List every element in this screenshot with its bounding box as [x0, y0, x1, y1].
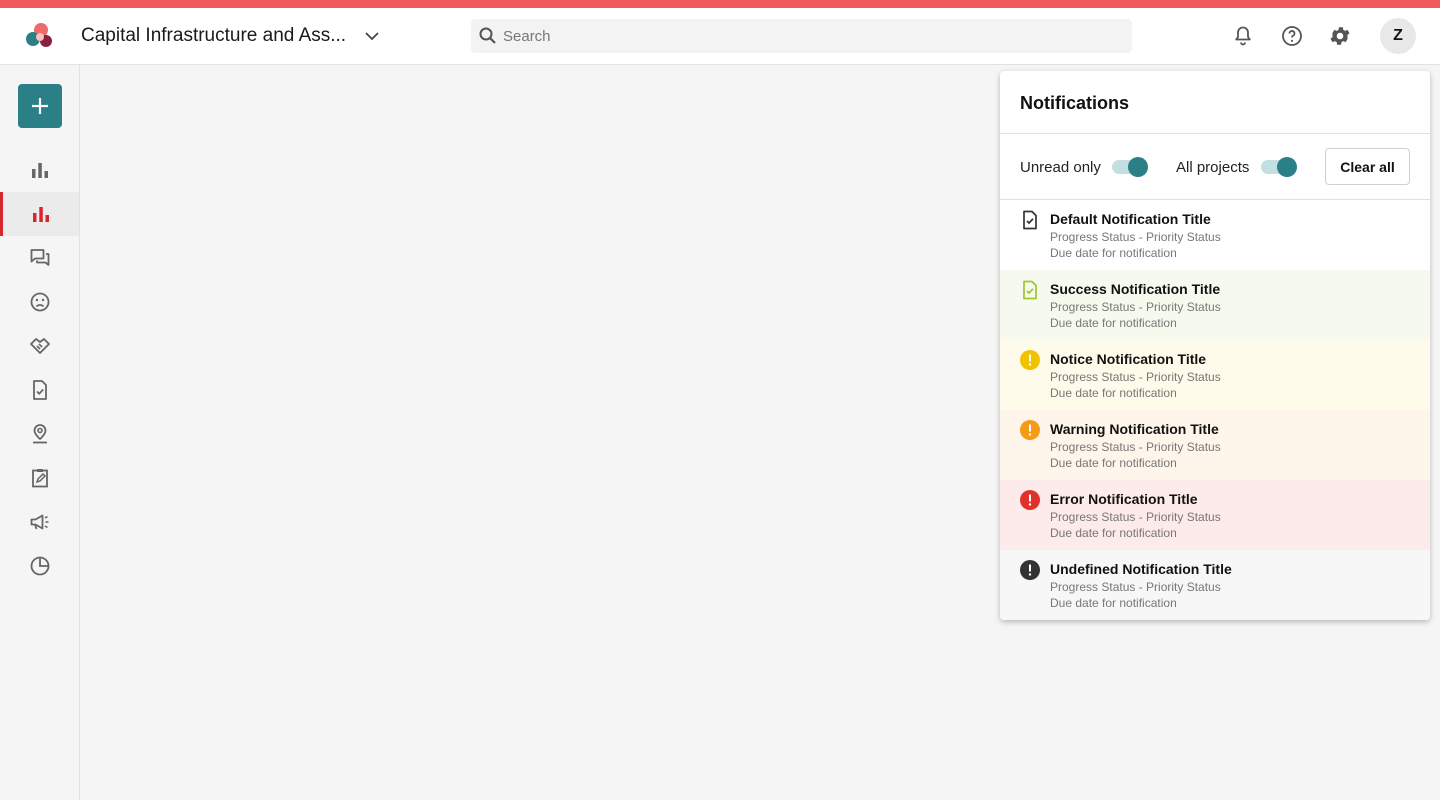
all-projects-label: All projects — [1176, 159, 1250, 176]
sidebar-item-reports[interactable] — [0, 192, 79, 236]
divider — [1000, 133, 1430, 134]
notification-title: Notice Notification Title — [1050, 351, 1207, 367]
notification-item-warning[interactable]: Warning Notification Title Progress Stat… — [1000, 410, 1430, 480]
top-header: Capital Infrastructure and Ass... Z — [0, 8, 1440, 65]
search-input[interactable] — [503, 19, 1123, 53]
notification-title: Warning Notification Title — [1050, 421, 1219, 437]
notification-title: Default Notification Title — [1050, 211, 1211, 227]
notification-due-date: Due date for notification — [1050, 526, 1177, 540]
sidebar-item-discussions[interactable] — [0, 236, 79, 280]
notification-due-date: Due date for notification — [1050, 596, 1177, 610]
notifications-panel: Notifications Unread only All projects C… — [1000, 71, 1430, 620]
search-bar — [471, 19, 1132, 53]
alert-circle-icon — [1020, 560, 1040, 580]
gear-icon[interactable] — [1328, 24, 1352, 48]
add-button[interactable] — [18, 84, 62, 128]
sidebar-item-analytics[interactable] — [0, 148, 79, 192]
all-projects-toggle[interactable] — [1259, 156, 1299, 178]
brand-strip — [0, 0, 1440, 8]
notification-title: Error Notification Title — [1050, 491, 1198, 507]
document-check-icon — [32, 380, 47, 400]
plus-icon — [32, 98, 48, 114]
toggle-knob — [1128, 157, 1148, 177]
bar-chart-red-icon — [33, 207, 49, 222]
notification-item-default[interactable]: Default Notification Title Progress Stat… — [1000, 200, 1430, 270]
notification-title: Success Notification Title — [1050, 281, 1221, 297]
unread-only-label: Unread only — [1020, 159, 1101, 176]
alert-circle-icon — [1020, 420, 1040, 440]
help-icon[interactable] — [1280, 24, 1304, 48]
document-check-icon — [1023, 280, 1037, 300]
megaphone-icon — [30, 514, 48, 530]
notification-status: Progress Status - Priority Status — [1050, 580, 1221, 594]
handshake-icon — [29, 338, 50, 354]
notification-status: Progress Status - Priority Status — [1050, 300, 1221, 314]
notification-item-error[interactable]: Error Notification Title Progress Status… — [1000, 480, 1430, 550]
notifications-title: Notifications — [1020, 93, 1130, 113]
bell-icon[interactable] — [1231, 24, 1255, 48]
notification-due-date: Due date for notification — [1050, 246, 1177, 260]
alert-circle-icon — [1020, 490, 1040, 510]
chevron-down-icon[interactable] — [362, 26, 382, 46]
notification-status: Progress Status - Priority Status — [1050, 370, 1221, 384]
sidebar-item-issues[interactable] — [0, 280, 79, 324]
notification-item-undefined[interactable]: Undefined Notification Title Progress St… — [1000, 550, 1430, 620]
app-logo-icon[interactable] — [22, 18, 58, 54]
document-check-icon — [1023, 210, 1037, 230]
bar-chart-icon — [31, 163, 48, 178]
avatar[interactable]: Z — [1380, 18, 1416, 54]
notification-due-date: Due date for notification — [1050, 316, 1177, 330]
pie-chart-icon — [30, 556, 49, 576]
notification-status: Progress Status - Priority Status — [1050, 440, 1221, 454]
sidebar-item-dashboards[interactable] — [0, 544, 79, 588]
alert-circle-icon — [1020, 350, 1040, 370]
chat-icon — [30, 249, 49, 266]
unread-only-toggle[interactable] — [1110, 156, 1150, 178]
sad-face-icon — [30, 292, 49, 312]
notification-item-success[interactable]: Success Notification Title Progress Stat… — [1000, 270, 1430, 340]
notification-due-date: Due date for notification — [1050, 456, 1177, 470]
sidebar-item-approvals[interactable] — [0, 368, 79, 412]
sidebar-item-announcements[interactable] — [0, 500, 79, 544]
clipboard-edit-icon — [31, 469, 48, 488]
search-icon — [479, 27, 496, 44]
sidebar — [0, 65, 80, 800]
notification-item-notice[interactable]: Notice Notification Title Progress Statu… — [1000, 340, 1430, 410]
notification-status: Progress Status - Priority Status — [1050, 510, 1221, 524]
toggle-knob — [1277, 157, 1297, 177]
location-pin-icon — [32, 424, 47, 444]
sidebar-item-stakeholders[interactable] — [0, 324, 79, 368]
sidebar-item-tasks[interactable] — [0, 456, 79, 500]
notification-status: Progress Status - Priority Status — [1050, 230, 1221, 244]
sidebar-item-locations[interactable] — [0, 412, 79, 456]
notification-due-date: Due date for notification — [1050, 386, 1177, 400]
project-title[interactable]: Capital Infrastructure and Ass... — [81, 25, 346, 47]
clear-all-button[interactable]: Clear all — [1325, 148, 1410, 185]
notification-title: Undefined Notification Title — [1050, 561, 1232, 577]
